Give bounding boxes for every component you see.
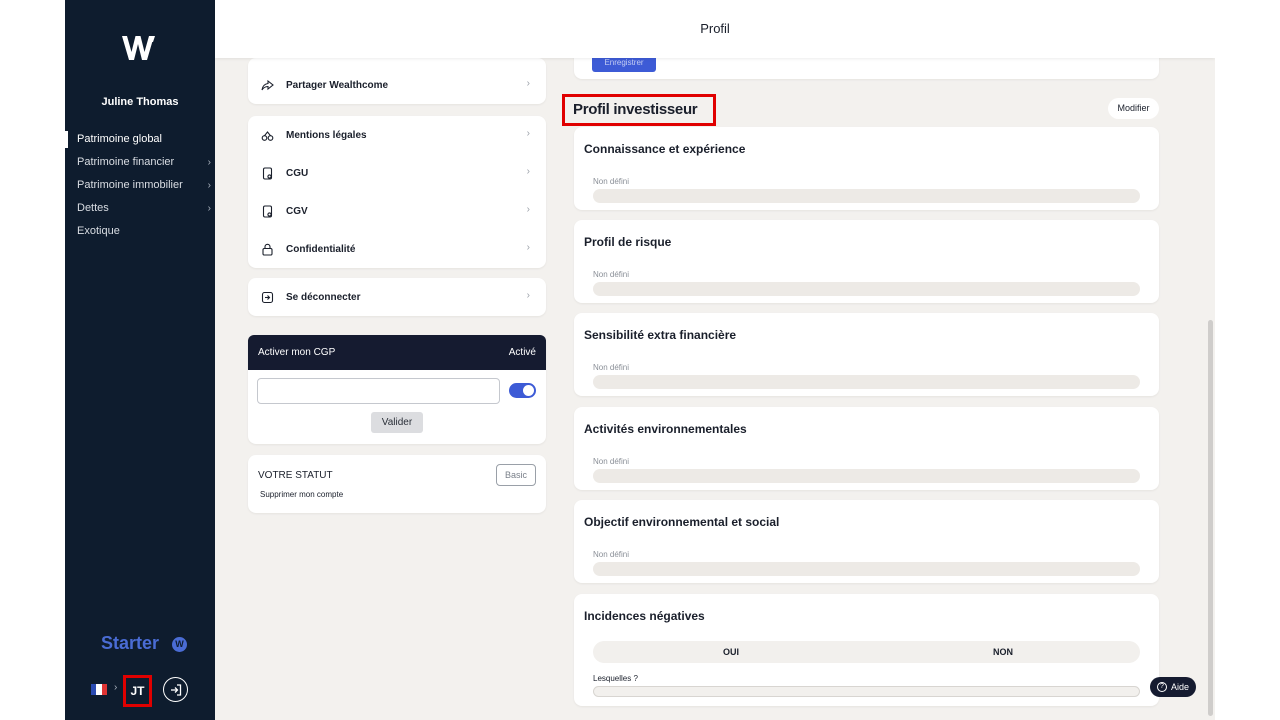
question-bar [593, 375, 1140, 389]
question-title: Activités environnementales [584, 422, 747, 436]
cgp-header: Activer mon CGP Activé [248, 335, 546, 370]
app-frame: Juline Thomas Patrimoine global Patrimoi… [65, 0, 1215, 720]
question-card[interactable]: Profil de risque Non défini [574, 220, 1159, 303]
wealthcome-logo[interactable] [119, 30, 159, 66]
investor-profile-title: Profil investisseur [562, 94, 716, 126]
chevron-right-icon: › [207, 203, 211, 214]
question-title: Profil de risque [584, 235, 672, 249]
cgp-status: Activé [508, 347, 536, 358]
menu-item-label: Se déconnecter [286, 291, 361, 303]
cgu-item[interactable]: CGU › [248, 154, 546, 192]
which-input[interactable] [593, 686, 1140, 697]
cgp-title: Activer mon CGP [258, 347, 336, 358]
chevron-right-icon: › [207, 180, 211, 191]
sidebar-item-patrimoine-financier[interactable]: Patrimoine financier › [65, 151, 215, 174]
scrollbar-thumb[interactable] [1208, 320, 1213, 716]
document-icon [260, 166, 274, 180]
chevron-right-icon: › [526, 242, 530, 253]
sidebar-item-exotique[interactable]: Exotique [65, 220, 215, 243]
validate-button[interactable]: Valider [371, 412, 423, 433]
question-title: Connaissance et expérience [584, 142, 746, 156]
privacy-item[interactable]: Confidentialité › [248, 230, 546, 268]
lock-icon [260, 242, 274, 256]
flag-france-icon[interactable] [91, 684, 107, 695]
cgp-toggle[interactable] [509, 383, 536, 398]
chevron-right-icon: › [114, 682, 118, 693]
delete-account-link[interactable]: Supprimer mon compte [260, 490, 343, 499]
question-title: Sensibilité extra financière [584, 328, 737, 342]
plan-badge-icon: W [172, 637, 187, 652]
question-bar [593, 282, 1140, 296]
sidebar-item-dettes[interactable]: Dettes › [65, 197, 215, 220]
sidebar-item-label: Exotique [77, 225, 120, 237]
plan-label: Starter [101, 633, 160, 653]
which-label: Lesquelles ? [593, 674, 638, 683]
menu-item-label: Mentions légales [286, 129, 367, 141]
chevron-right-icon: › [526, 78, 530, 89]
help-label: Aide [1170, 682, 1189, 692]
sidebar-item-patrimoine-immobilier[interactable]: Patrimoine immobilier › [65, 174, 215, 197]
question-mark-icon: ? [1156, 682, 1167, 692]
user-initials-avatar[interactable]: JT [123, 675, 152, 707]
question-card[interactable]: Sensibilité extra financière Non défini [574, 313, 1159, 396]
status-title: VOTRE STATUT [258, 470, 333, 481]
question-value: Non défini [593, 177, 630, 186]
chevron-right-icon: › [526, 128, 530, 139]
menu-item-label: CGU [286, 167, 309, 179]
sidebar-item-label: Dettes [77, 202, 109, 214]
chevron-right-icon: › [207, 157, 211, 168]
question-title: Incidences négatives [584, 609, 705, 623]
chevron-right-icon: › [526, 166, 530, 177]
chevron-right-icon: › [526, 290, 530, 301]
question-value: Non défini [593, 550, 630, 559]
menu-item-label: Partager Wealthcome [286, 79, 389, 91]
cgp-card: Activer mon CGP Activé Valider [248, 335, 546, 444]
sidebar: Juline Thomas Patrimoine global Patrimoi… [65, 0, 215, 720]
logout-icon [170, 683, 181, 696]
question-bar [593, 562, 1140, 576]
user-name: Juline Thomas [101, 96, 179, 108]
sidebar-item-patrimoine-global[interactable]: Patrimoine global [65, 128, 215, 151]
question-bar [593, 189, 1140, 203]
question-card[interactable]: Connaissance et expérience Non défini [574, 127, 1159, 210]
yes-option[interactable]: OUI [723, 641, 739, 663]
share-icon [260, 78, 274, 92]
question-bar [593, 469, 1140, 483]
question-value: Non défini [593, 363, 630, 372]
logout-icon [260, 290, 274, 304]
logout-card: Se déconnecter › [248, 278, 546, 316]
document-icon [260, 204, 274, 218]
legal-card: Mentions légales › CGU › CGV › Confident… [248, 116, 546, 268]
share-wealthcome-item[interactable]: Partager Wealthcome › [248, 66, 546, 104]
sidebar-item-label: Patrimoine immobilier [77, 179, 183, 191]
no-option[interactable]: NON [993, 641, 1013, 663]
save-button[interactable]: Enregistrer [592, 58, 656, 72]
page-title: Profil [700, 21, 730, 36]
edit-button[interactable]: Modifier [1108, 98, 1159, 119]
logout-button[interactable] [163, 677, 188, 702]
sidebar-item-label: Patrimoine global [77, 133, 162, 145]
question-value: Non défini [593, 457, 630, 466]
sidebar-nav: Patrimoine global Patrimoine financier ›… [65, 128, 215, 243]
menu-item-label: Confidentialité [286, 243, 356, 255]
legal-mentions-item[interactable]: Mentions légales › [248, 116, 546, 154]
sidebar-item-label: Patrimoine financier [77, 156, 175, 168]
cgp-code-input[interactable] [257, 378, 500, 404]
top-bar: Profil [215, 0, 1215, 58]
share-card: Partager Wealthcome › [248, 58, 546, 104]
yes-no-toggle: OUI NON [593, 641, 1140, 663]
question-card[interactable]: Objectif environnemental et social Non d… [574, 500, 1159, 583]
question-value: Non défini [593, 270, 630, 279]
question-card[interactable]: Activités environnementales Non défini [574, 407, 1159, 490]
status-card: VOTRE STATUT Basic Supprimer mon compte [248, 455, 546, 513]
logout-item[interactable]: Se déconnecter › [248, 278, 546, 316]
menu-item-label: CGV [286, 205, 308, 217]
chevron-right-icon: › [526, 204, 530, 215]
negative-impacts-card: Incidences négatives OUI NON Lesquelles … [574, 594, 1159, 706]
status-badge[interactable]: Basic [496, 464, 536, 486]
cgv-item[interactable]: CGV › [248, 192, 546, 230]
help-button[interactable]: ? Aide [1150, 677, 1196, 697]
scale-icon [260, 128, 274, 142]
question-title: Objectif environnemental et social [584, 515, 780, 529]
